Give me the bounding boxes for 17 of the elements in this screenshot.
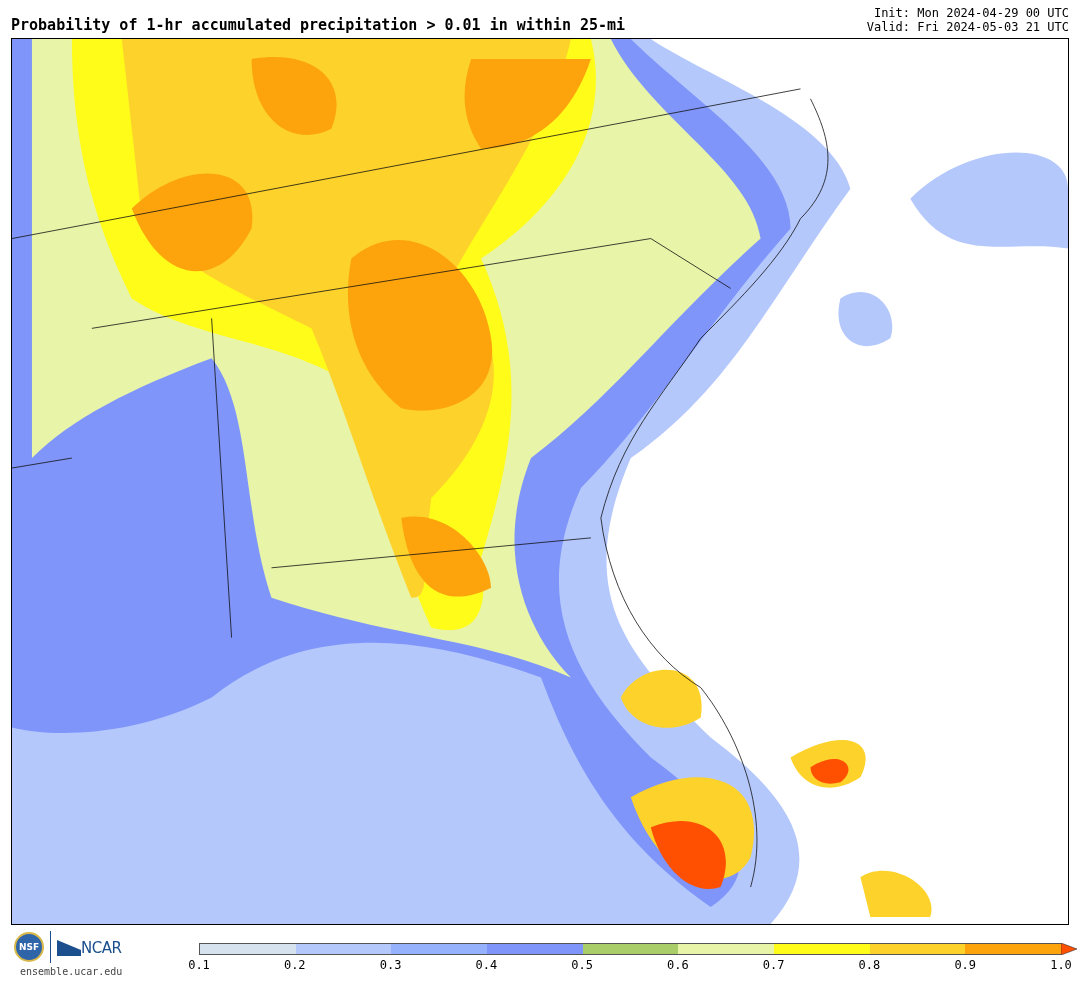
init-time: Init: Mon 2024-04-29 00 UTC xyxy=(873,6,1069,20)
ncar-logo-icon xyxy=(57,938,81,956)
colorbar-tick-label: 0.7 xyxy=(762,958,785,972)
colorbar-tick-label: 0.1 xyxy=(188,958,210,972)
chart-title: Probability of 1-hr accumulated precipitation > 0.01 in within 25-mi xyxy=(11,16,626,34)
colorbar-tick-label: 0.5 xyxy=(571,958,593,972)
ncar-logo-text: NCAR xyxy=(81,940,122,956)
colorbar-tick-label: 0.3 xyxy=(379,958,402,972)
valid-time: Valid: Fri 2024-05-03 21 UTC xyxy=(866,20,1069,34)
nsf-logo: NSF xyxy=(14,932,44,962)
website-url: ensemble.ucar.edu xyxy=(20,966,124,977)
colorbar-tick-label: 0.2 xyxy=(283,958,306,972)
colorbar-tick-label: 0.9 xyxy=(954,958,977,972)
colorbar-tick-label: 0.4 xyxy=(475,958,498,972)
colorbar-tick-label: 0.6 xyxy=(667,958,689,972)
colorbar-tick-label: 1.0 xyxy=(1050,958,1072,972)
colorbar-tick-label: 0.8 xyxy=(858,958,881,972)
